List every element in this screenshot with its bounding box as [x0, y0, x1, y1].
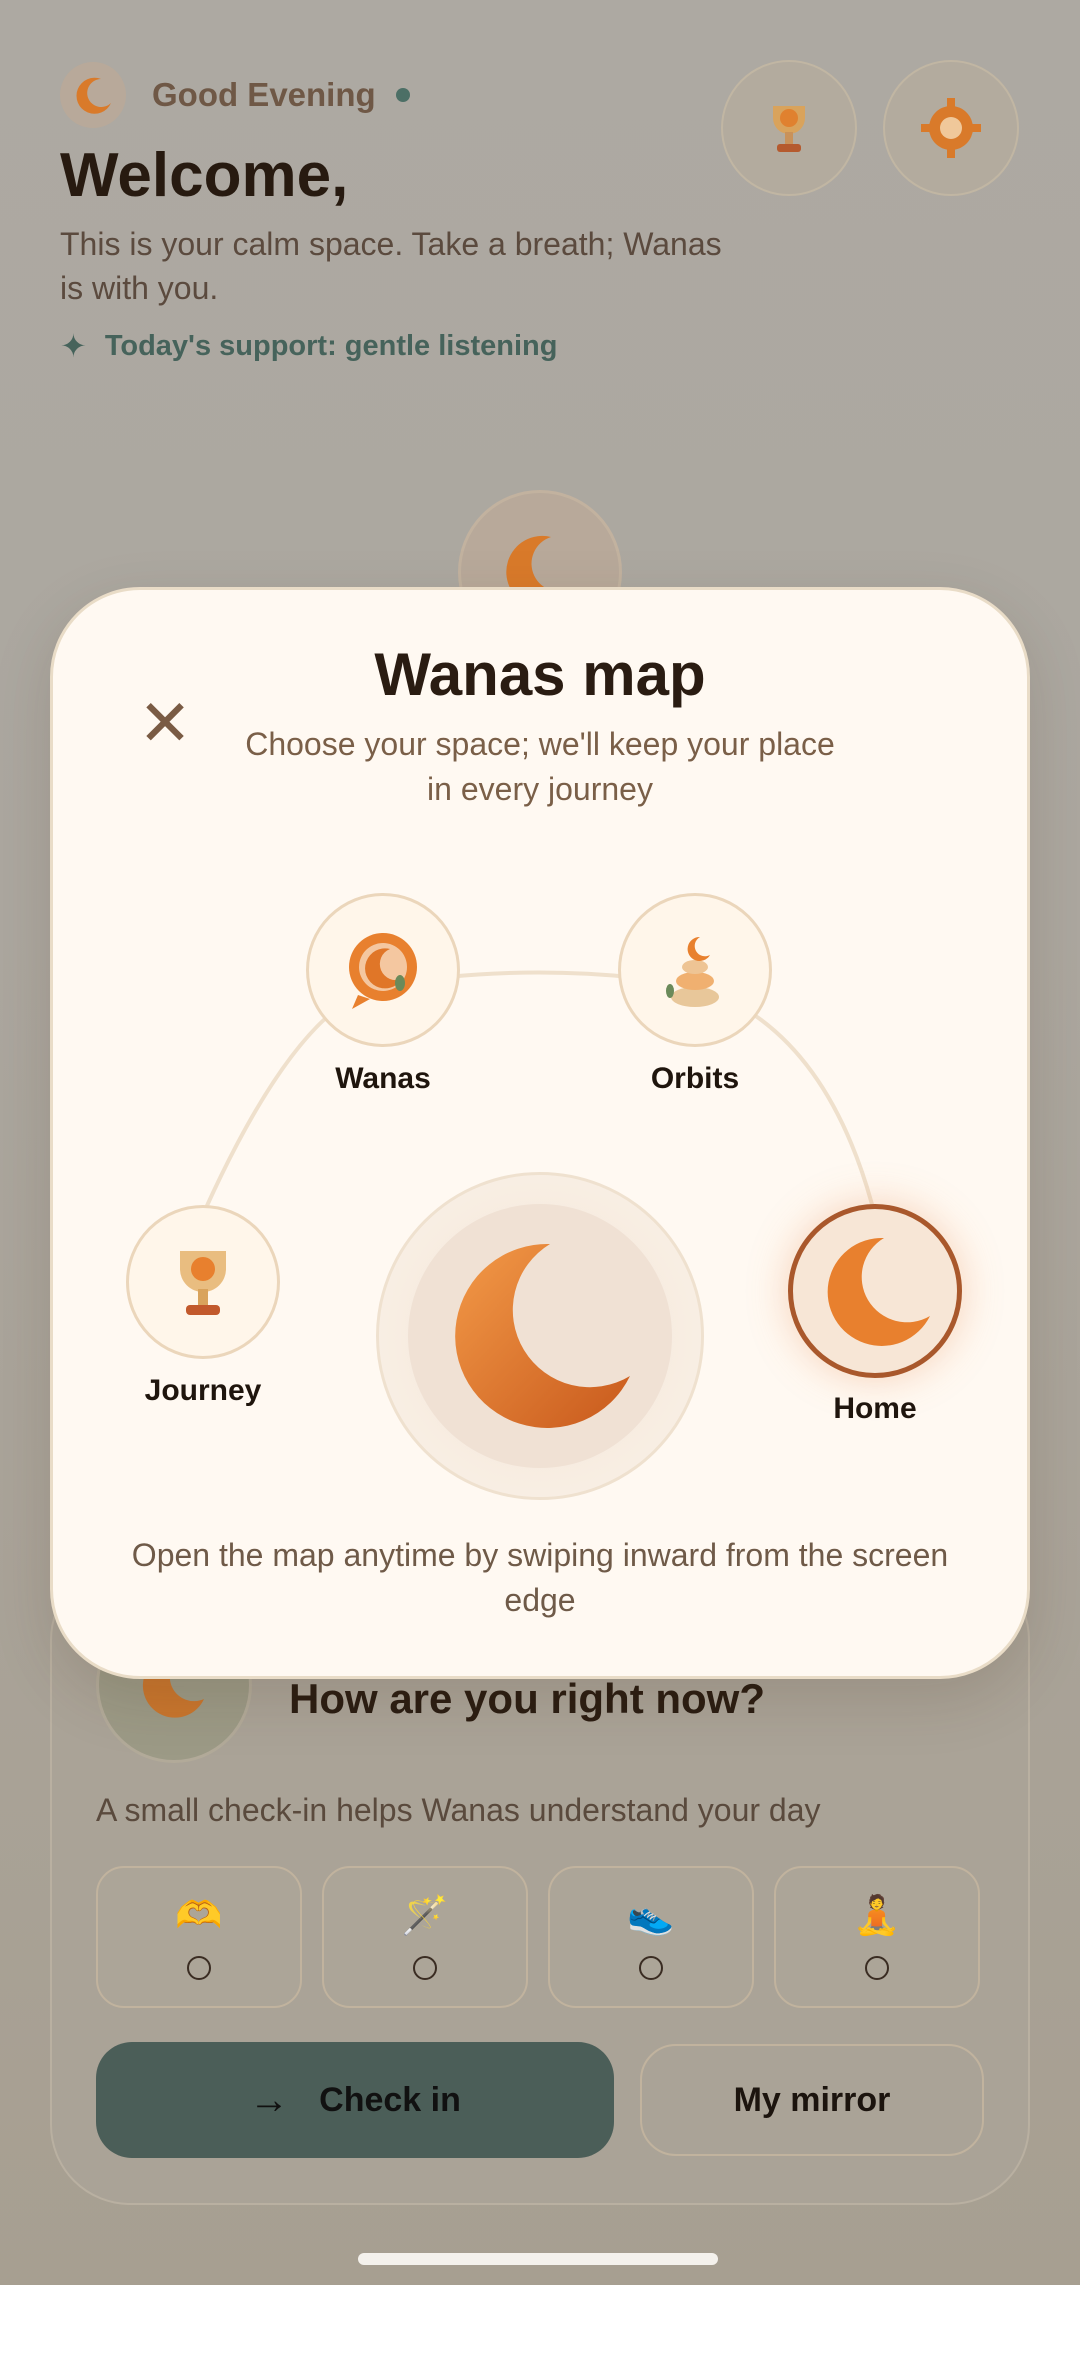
center-moon-inner: [408, 1204, 672, 1468]
map-node-orbits-label: Orbits: [650, 1062, 740, 1095]
map-node-journey-label: Journey: [144, 1374, 262, 1407]
chat-moon-icon: [349, 933, 417, 1009]
map-node-orbits[interactable]: [618, 893, 772, 1047]
map-node-home[interactable]: [788, 1204, 962, 1378]
map-node-wanas[interactable]: [306, 893, 460, 1047]
modal-hint: Open the map anytime by swiping inward f…: [131, 1537, 949, 1618]
center-moon: [376, 1172, 704, 1500]
moon-icon: [455, 1243, 630, 1428]
map-node-journey[interactable]: [126, 1205, 280, 1359]
map-node-home-label: Home: [833, 1392, 917, 1425]
trophy-icon: [180, 1251, 226, 1315]
stacked-stones-icon: [666, 936, 719, 1007]
moon-icon: [827, 1237, 930, 1346]
map-node-wanas-label: Wanas: [335, 1062, 431, 1095]
